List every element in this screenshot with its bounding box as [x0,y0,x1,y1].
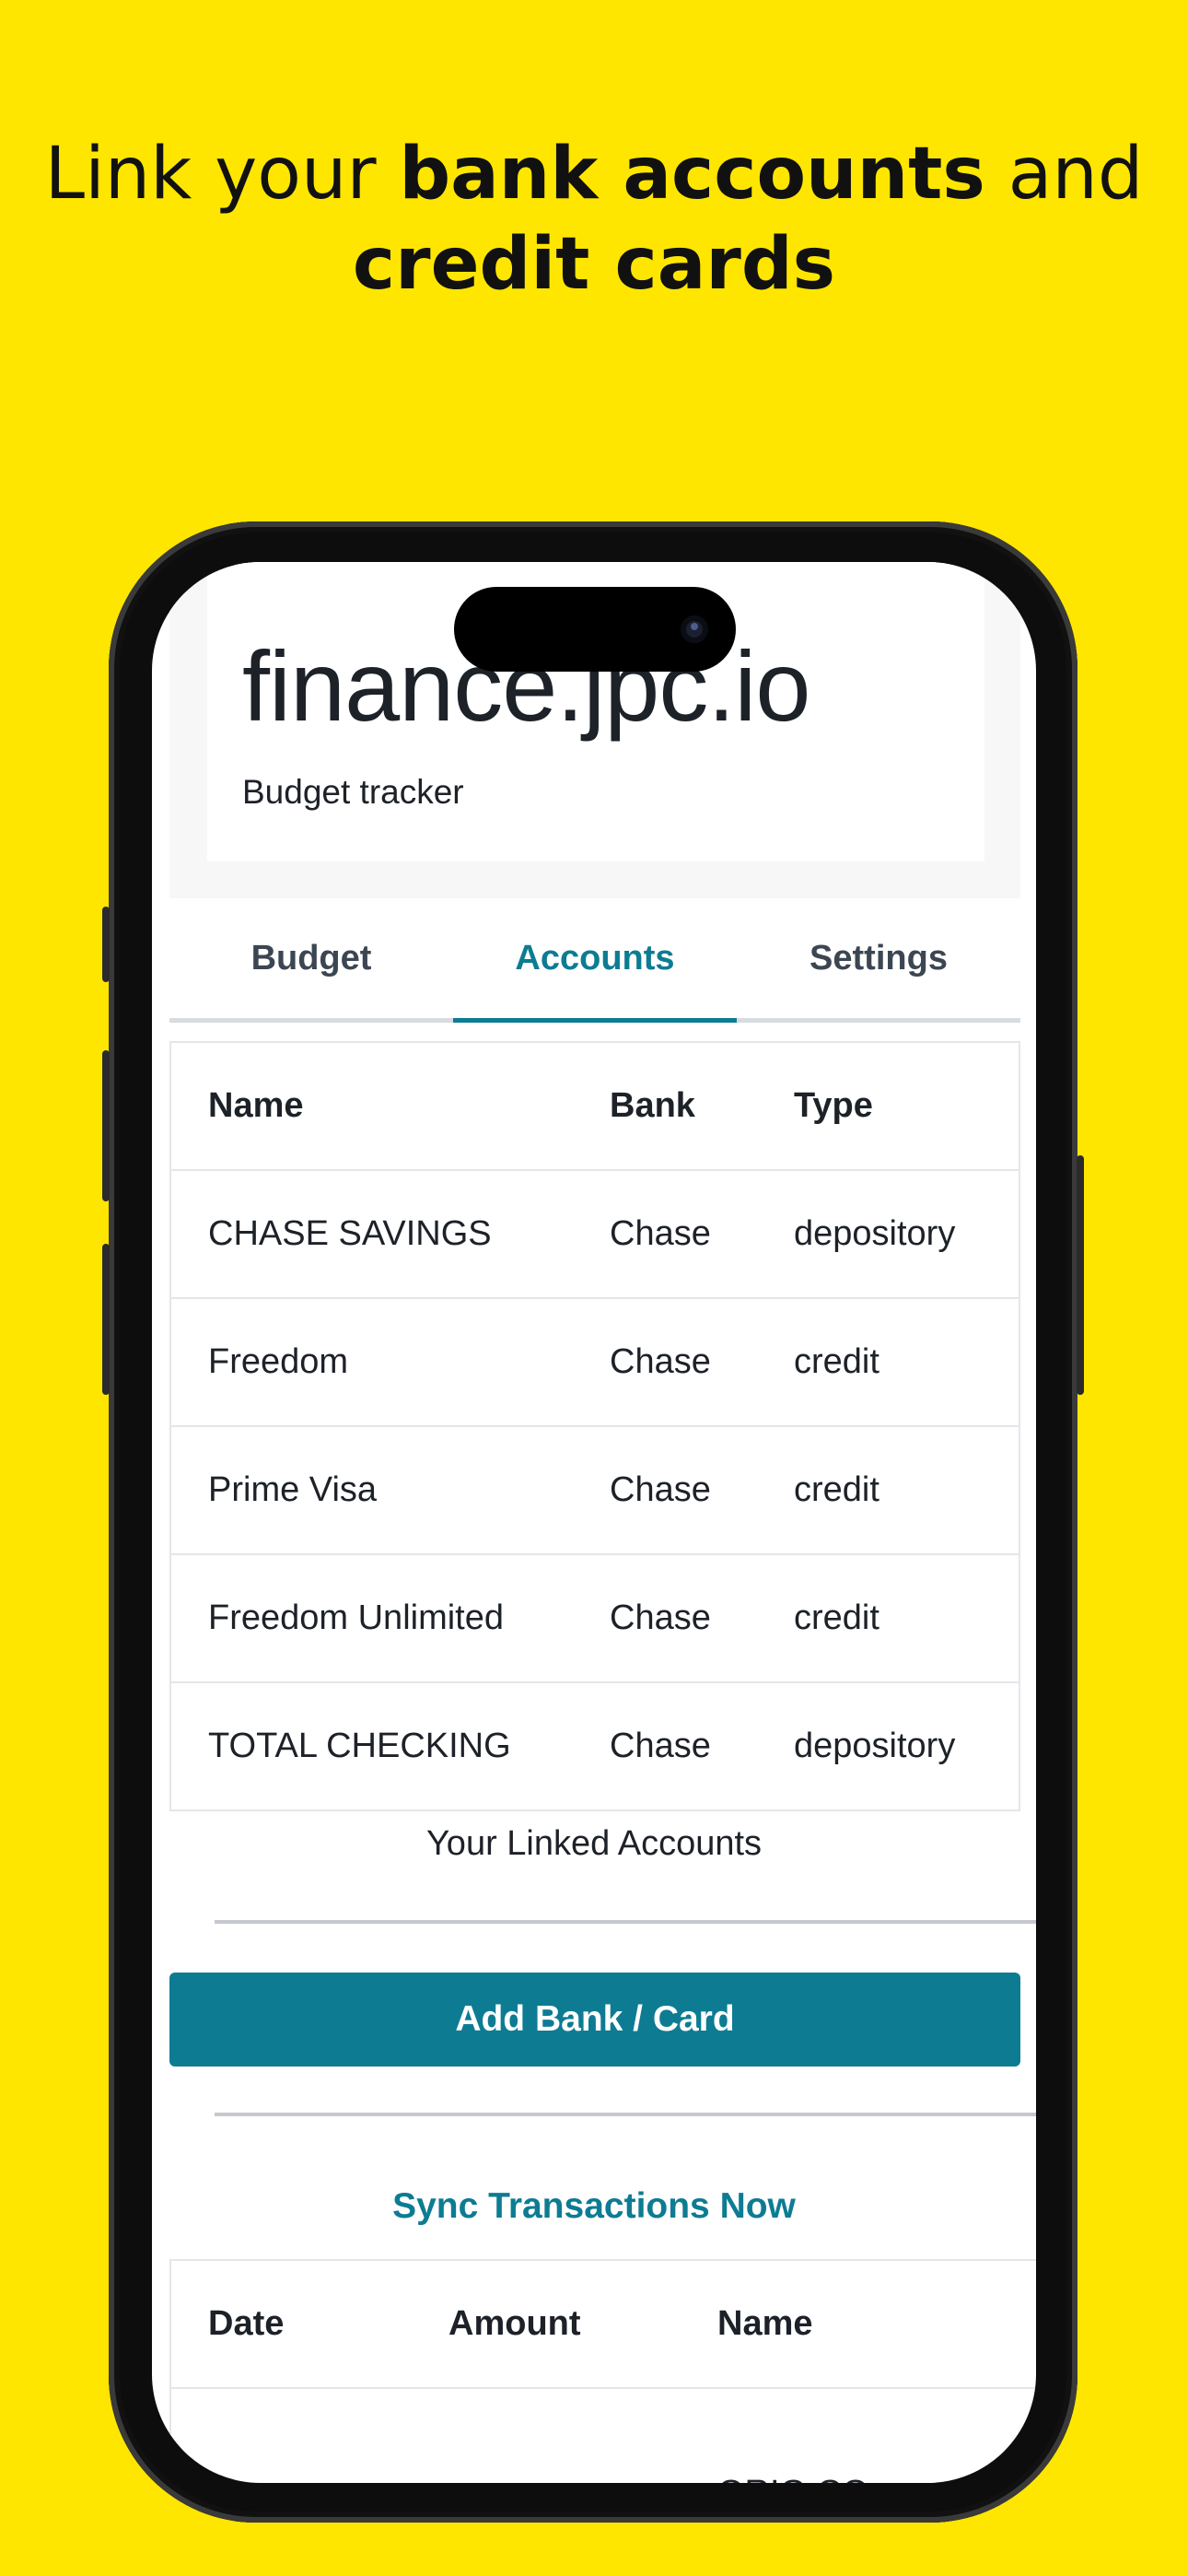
camera-icon [681,615,708,643]
column-header-amount: Amount [412,2260,681,2389]
account-type: credit [757,1554,1019,1683]
account-bank: Chase [573,1298,757,1427]
account-bank: Chase [573,1170,757,1299]
tab-accounts[interactable]: Accounts [453,898,737,1023]
add-bank-card-button[interactable]: Add Bank / Card [169,1973,1020,2067]
divider [215,1920,1036,1924]
column-header-date: Date [170,2260,412,2389]
transaction-amount [412,2388,681,2483]
tab-bar: Budget Accounts Settings [169,898,1020,1023]
account-type: depository [757,1170,1019,1299]
account-type: credit [757,1426,1019,1555]
volume-down-button [102,1244,110,1395]
volume-up-button [102,1050,110,1201]
account-name: Prime Visa [170,1426,573,1555]
account-bank: Chase [573,1554,757,1683]
headline-text: Link your [44,133,400,216]
account-type: depository [757,1682,1019,1811]
account-name: Freedom [170,1298,573,1427]
account-name: TOTAL CHECKING [170,1682,573,1811]
account-name: Freedom Unlimited [170,1554,573,1683]
column-header-bank: Bank [573,1042,757,1171]
sync-transactions-link[interactable]: Sync Transactions Now [152,2186,1036,2227]
headline-text: and [984,133,1144,216]
accounts-table: Name Bank Type CHASE SAVINGS Chase depos… [169,1041,1020,1811]
marketing-headline: Link your bank accounts and credit cards [0,129,1188,310]
table-row[interactable]: ORIG CO [170,2388,1036,2483]
divider [215,2113,1036,2116]
phone-screen: finance.jpc.io Budget tracker Budget Acc… [152,562,1036,2483]
account-bank: Chase [573,1682,757,1811]
column-header-name: Name [170,1042,573,1171]
table-row[interactable]: Freedom Chase credit [170,1298,1019,1427]
table-header-row: Name Bank Type [170,1042,1019,1171]
transactions-table: Date Amount Name ORIG CO [169,2259,1036,2483]
table-row[interactable]: Freedom Unlimited Chase credit [170,1554,1019,1683]
transaction-date [170,2388,412,2483]
account-type: credit [757,1298,1019,1427]
headline-line-2: credit cards [0,219,1188,310]
account-name: CHASE SAVINGS [170,1170,573,1299]
transaction-name: ORIG CO [681,2388,1036,2483]
table-row[interactable]: CHASE SAVINGS Chase depository [170,1170,1019,1299]
tab-settings[interactable]: Settings [737,898,1020,1018]
tab-budget[interactable]: Budget [169,898,453,1018]
table-row[interactable]: Prime Visa Chase credit [170,1426,1019,1555]
account-bank: Chase [573,1426,757,1555]
column-header-type: Type [757,1042,1019,1171]
headline-bold-text: credit cards [352,223,836,306]
headline-line-1: Link your bank accounts and [0,129,1188,219]
table-header-row: Date Amount Name [170,2260,1036,2389]
table-caption: Your Linked Accounts [425,1824,763,1863]
action-button [102,907,110,982]
headline-bold-text: bank accounts [399,133,985,216]
power-button [1077,1155,1084,1395]
table-row[interactable]: TOTAL CHECKING Chase depository [170,1682,1019,1811]
column-header-name: Name [681,2260,1036,2389]
app-subtitle: Budget tracker [242,773,464,811]
